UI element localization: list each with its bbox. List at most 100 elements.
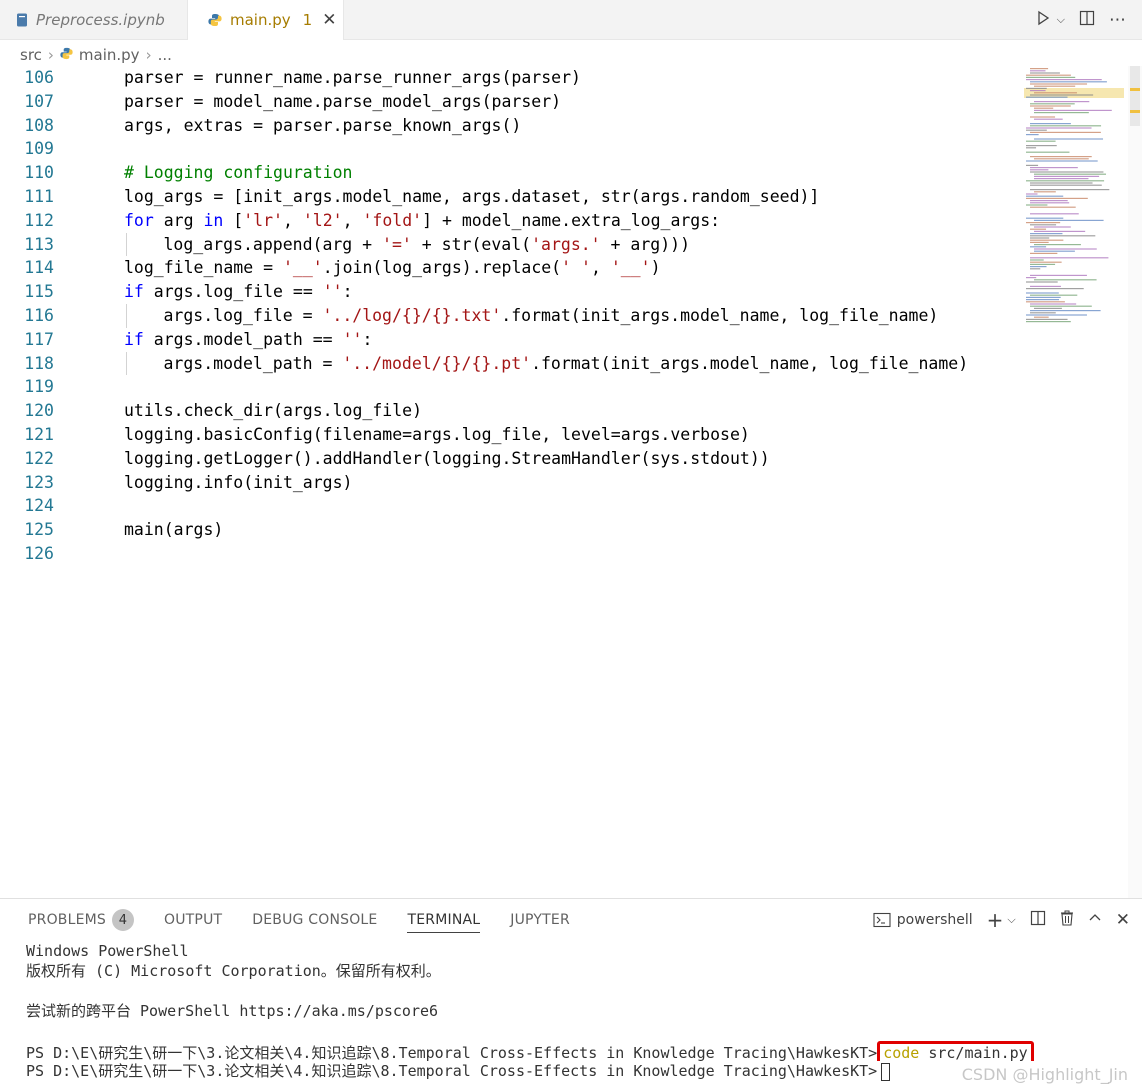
minimap-line — [1026, 74, 1071, 76]
tab-jupyter[interactable]: JUPYTER — [510, 899, 570, 941]
tab-debug-console[interactable]: DEBUG CONSOLE — [252, 899, 377, 941]
more-actions-icon[interactable]: ⋯ — [1109, 10, 1126, 30]
minimap-line — [1026, 134, 1039, 136]
code-text: parser = runner_name.parse_runner_args(p… — [124, 66, 581, 90]
code-line[interactable]: 124 — [0, 494, 1010, 518]
code-text: args.model_path = '../model/{}/{}.pt'.fo… — [164, 352, 969, 376]
split-terminal-icon[interactable] — [1030, 910, 1046, 931]
string-token: 'args.' — [531, 234, 601, 254]
new-terminal-icon[interactable]: + — [987, 908, 1004, 932]
minimap-line — [1034, 248, 1097, 250]
minimap-line — [1030, 90, 1046, 92]
maximize-panel-icon[interactable] — [1088, 910, 1102, 930]
chevron-down-icon[interactable]: ⌵ — [1057, 13, 1065, 27]
close-icon[interactable]: ✕ — [322, 10, 336, 30]
minimap[interactable] — [1024, 66, 1124, 326]
vertical-scrollbar[interactable] — [1128, 66, 1142, 898]
minimap-line — [1030, 274, 1087, 276]
minimap-line — [1030, 233, 1063, 235]
python-file-icon — [208, 13, 222, 27]
code-token: log_file_name = — [124, 258, 283, 278]
code-line[interactable]: 121 logging.basicConfig(filename=args.log… — [0, 423, 1010, 447]
tab-preprocess-ipynb[interactable]: Preprocess.ipynb — [0, 0, 188, 40]
line-number: 108 — [24, 115, 54, 135]
minimap-line — [1026, 151, 1070, 153]
breadcrumb-symbol[interactable]: ... — [158, 46, 172, 64]
code-line[interactable]: 115 if args.log_file == '': — [0, 280, 1010, 304]
code-line[interactable]: 116 args.log_file = '../log/{}/{}.txt'.fo… — [0, 304, 1010, 328]
minimap-line — [1030, 294, 1078, 296]
tab-output[interactable]: OUTPUT — [164, 899, 222, 941]
code-line[interactable]: 110 # Logging configuration — [0, 161, 1010, 185]
minimap-line — [1030, 72, 1060, 74]
code-line[interactable]: 114 log_file_name = '__'.join(log_args).r… — [0, 256, 1010, 280]
breadcrumb-folder[interactable]: src — [20, 46, 42, 64]
terminal-cursor — [881, 1062, 891, 1081]
command-keyword: code — [883, 1044, 920, 1061]
line-number: 117 — [24, 329, 54, 349]
code-line[interactable]: 107 parser = model_name.parse_model_args(… — [0, 90, 1010, 114]
minimap-line — [1026, 277, 1037, 279]
code-line[interactable]: 109 — [0, 137, 1010, 161]
code-line[interactable]: 123 logging.info(init_args) — [0, 471, 1010, 495]
code-line[interactable]: 125 main(args) — [0, 518, 1010, 542]
code-text: for arg in ['lr', 'l2', 'fold'] + model_… — [124, 209, 720, 233]
line-number: 114 — [24, 258, 54, 278]
minimap-line — [1030, 237, 1050, 239]
panel-tab-bar: PROBLEMS 4 OUTPUT DEBUG CONSOLE TERMINAL… — [0, 899, 840, 941]
panel-actions: powershell + ⌵ ✕ — [873, 899, 1130, 941]
minimap-line — [1030, 123, 1071, 125]
split-editor-icon[interactable] — [1079, 10, 1095, 31]
tab-main-py[interactable]: main.py 1 ✕ — [188, 0, 344, 40]
minimap-line — [1026, 145, 1057, 147]
problems-count: 1 — [302, 11, 313, 29]
code-token: + str(eval( — [411, 234, 532, 254]
minimap-line — [1026, 204, 1048, 206]
code-line[interactable]: 106 parser = runner_name.parse_runner_arg… — [0, 66, 1010, 90]
code-line[interactable]: 117 if args.model_path == '': — [0, 328, 1010, 352]
scrollbar-thumb[interactable] — [1130, 66, 1140, 126]
code-editor[interactable]: 106 parser = runner_name.parse_runner_arg… — [0, 66, 1142, 898]
code-line[interactable]: 111 log_args = [init_args.model_name, arg… — [0, 185, 1010, 209]
code-text: args, extras = parser.parse_known_args() — [124, 114, 521, 138]
terminal-selector[interactable]: powershell — [873, 912, 973, 928]
minimap-line — [1030, 105, 1071, 107]
code-line[interactable]: 122 logging.getLogger().addHandler(loggin… — [0, 447, 1010, 471]
notebook-file-icon — [16, 13, 28, 27]
terminal-prompt: PS D:\E\研究生\研一下\3.论文相关\4.知识追踪\8.Temporal… — [26, 1062, 878, 1080]
code-token: ] + model_name.extra_log_args: — [422, 210, 721, 230]
minimap-line — [1030, 268, 1041, 270]
code-text: if args.log_file == '': — [124, 280, 353, 304]
minimap-line — [1034, 109, 1112, 111]
string-token: '' — [322, 282, 343, 302]
code-token: ) — [650, 258, 661, 278]
tab-terminal[interactable]: TERMINAL — [407, 899, 480, 941]
code-line[interactable]: 120 utils.check_dir(args.log_file) — [0, 399, 1010, 423]
python-file-icon — [60, 46, 73, 64]
code-text: utils.check_dir(args.log_file) — [124, 399, 422, 423]
keyword-token: if — [124, 282, 144, 302]
code-line[interactable]: 126 — [0, 542, 1010, 566]
close-icon[interactable]: ✕ — [1116, 910, 1130, 930]
code-line[interactable]: 108 args, extras = parser.parse_known_arg… — [0, 114, 1010, 138]
code-line[interactable]: 113 log_args.append(arg + '=' + str(eval(… — [0, 232, 1010, 257]
code-line[interactable]: 118 args.model_path = '../model/{}/{}.pt'… — [0, 351, 1010, 376]
terminal-output[interactable]: Windows PowerShell 版权所有 (C) Microsoft Co… — [26, 941, 1136, 1081]
tab-label: JUPYTER — [510, 912, 570, 928]
minimap-line — [1030, 312, 1056, 314]
minimap-line — [1030, 266, 1047, 268]
run-icon[interactable] — [1035, 10, 1051, 31]
chevron-down-icon[interactable]: ⌵ — [1007, 913, 1015, 927]
tab-problems[interactable]: PROBLEMS 4 — [28, 899, 135, 941]
watermark: CSDN @Highlight_Jin — [961, 1065, 1128, 1084]
minimap-line — [1026, 147, 1037, 149]
line-number: 109 — [24, 139, 54, 159]
breadcrumb-file[interactable]: main.py — [79, 46, 140, 64]
indent-guide — [126, 304, 127, 328]
trash-icon[interactable] — [1060, 910, 1074, 931]
line-number: 125 — [24, 520, 54, 540]
code-line[interactable]: 119 — [0, 375, 1010, 399]
code-token: parser = model_name.parse_model_args(par… — [124, 91, 562, 111]
line-number: 115 — [24, 282, 54, 302]
code-line[interactable]: 112 for arg in ['lr', 'l2', 'fold'] + mod… — [0, 209, 1010, 233]
